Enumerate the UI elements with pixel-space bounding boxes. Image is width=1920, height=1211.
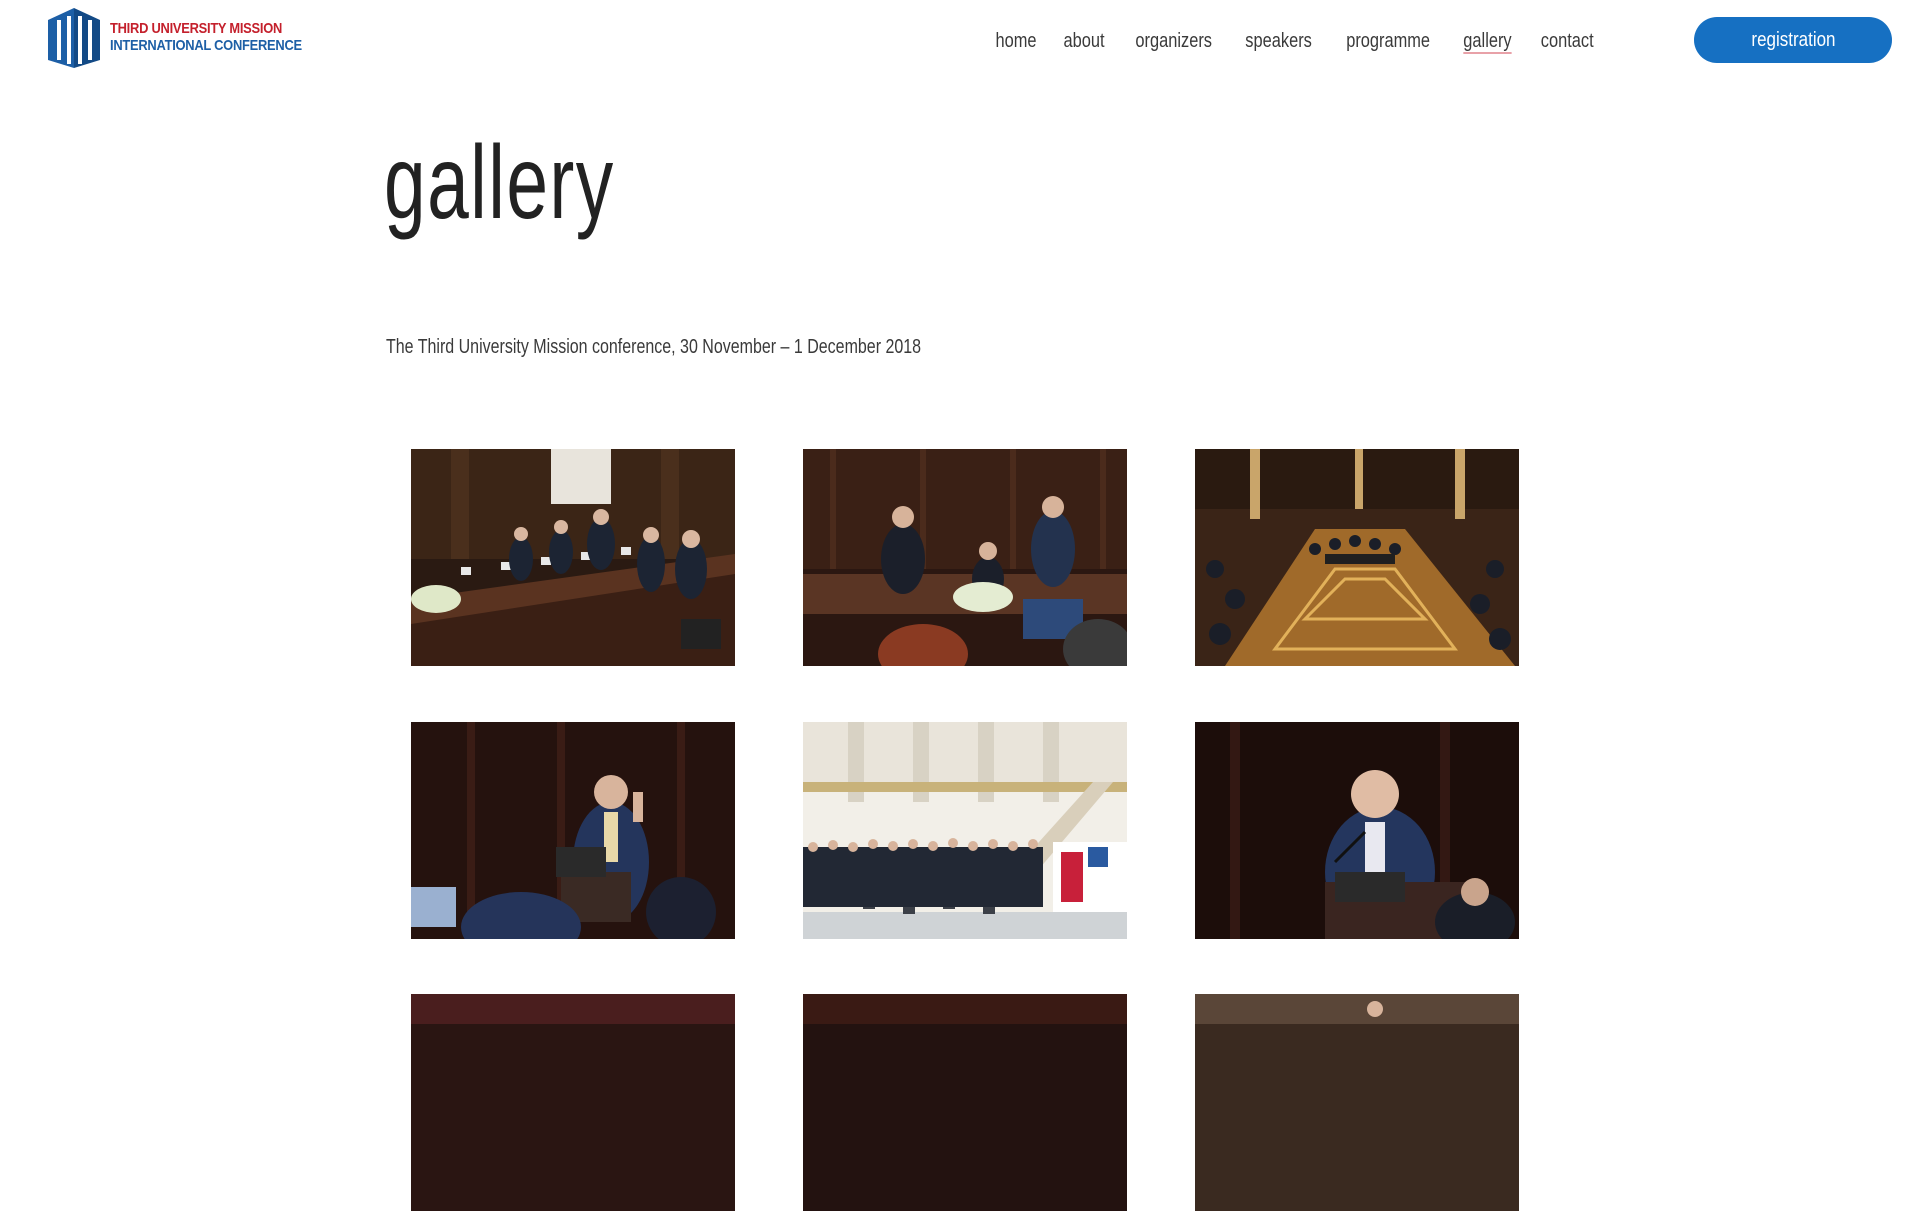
gallery-image-9[interactable] bbox=[1195, 994, 1519, 1211]
nav-list: home about organizers speakers programme… bbox=[982, 24, 1608, 58]
speaker-gesturing-photo-icon bbox=[411, 722, 735, 939]
page-title: gallery bbox=[384, 125, 615, 241]
gallery-image-1[interactable] bbox=[411, 449, 735, 666]
gallery-image-4[interactable] bbox=[411, 722, 735, 939]
speakers-podium-photo-icon bbox=[803, 449, 1127, 666]
gallery-image-3[interactable] bbox=[1195, 449, 1519, 666]
photo-partial-icon bbox=[411, 994, 735, 1211]
photo-partial-icon bbox=[1195, 994, 1519, 1211]
nav-item-home[interactable]: home bbox=[988, 24, 1044, 58]
nav-item-organizers[interactable]: organizers bbox=[1128, 24, 1219, 58]
nav-item-speakers[interactable]: speakers bbox=[1238, 24, 1319, 58]
page-subtitle: The Third University Mission conference,… bbox=[386, 336, 922, 358]
photo-partial-icon bbox=[803, 994, 1127, 1211]
group-photo-icon bbox=[803, 722, 1127, 939]
registration-button-label: registration bbox=[1750, 28, 1836, 51]
nav-item-contact[interactable]: contact bbox=[1533, 24, 1601, 58]
speaker-microphone-photo-icon bbox=[1195, 722, 1519, 939]
main-nav: home about organizers speakers programme… bbox=[0, 24, 1920, 60]
nav-item-programme[interactable]: programme bbox=[1339, 24, 1438, 58]
nav-item-about[interactable]: about bbox=[1056, 24, 1112, 58]
gallery-image-2[interactable] bbox=[803, 449, 1127, 666]
hall-overview-photo-icon bbox=[1195, 449, 1519, 666]
conference-panel-photo-icon bbox=[411, 449, 735, 666]
gallery-image-7[interactable] bbox=[411, 994, 735, 1211]
registration-button[interactable]: registration bbox=[1694, 17, 1892, 63]
gallery-image-5[interactable] bbox=[803, 722, 1127, 939]
nav-item-gallery[interactable]: gallery bbox=[1456, 24, 1519, 58]
gallery-image-8[interactable] bbox=[803, 994, 1127, 1211]
gallery-image-6[interactable] bbox=[1195, 722, 1519, 939]
